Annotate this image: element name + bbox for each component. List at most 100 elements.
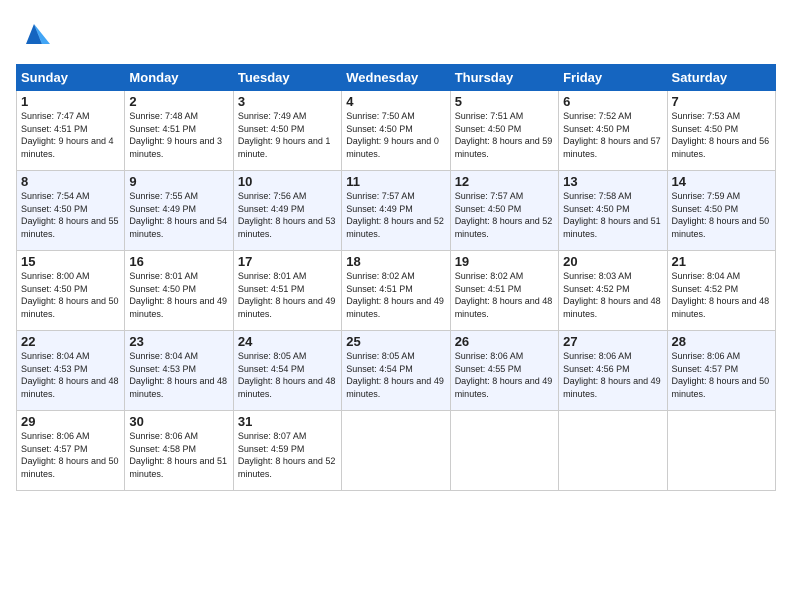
day-info: Sunrise: 8:01 AMSunset: 4:50 PMDaylight:… — [129, 271, 227, 319]
day-number: 7 — [672, 94, 771, 109]
calendar-cell: 8 Sunrise: 7:54 AMSunset: 4:50 PMDayligh… — [17, 171, 125, 251]
calendar-cell: 10 Sunrise: 7:56 AMSunset: 4:49 PMDaylig… — [233, 171, 341, 251]
day-info: Sunrise: 7:55 AMSunset: 4:49 PMDaylight:… — [129, 191, 227, 239]
day-number: 6 — [563, 94, 662, 109]
day-info: Sunrise: 7:47 AMSunset: 4:51 PMDaylight:… — [21, 111, 114, 159]
day-number: 25 — [346, 334, 445, 349]
day-info: Sunrise: 8:07 AMSunset: 4:59 PMDaylight:… — [238, 431, 336, 479]
main-container: SundayMondayTuesdayWednesdayThursdayFrid… — [0, 0, 792, 499]
calendar-cell — [559, 411, 667, 491]
calendar-cell: 19 Sunrise: 8:02 AMSunset: 4:51 PMDaylig… — [450, 251, 558, 331]
calendar-table: SundayMondayTuesdayWednesdayThursdayFrid… — [16, 64, 776, 491]
day-info: Sunrise: 7:56 AMSunset: 4:49 PMDaylight:… — [238, 191, 336, 239]
day-info: Sunrise: 8:05 AMSunset: 4:54 PMDaylight:… — [238, 351, 336, 399]
day-info: Sunrise: 8:06 AMSunset: 4:58 PMDaylight:… — [129, 431, 227, 479]
calendar-cell: 3 Sunrise: 7:49 AMSunset: 4:50 PMDayligh… — [233, 91, 341, 171]
day-number: 2 — [129, 94, 228, 109]
day-info: Sunrise: 7:48 AMSunset: 4:51 PMDaylight:… — [129, 111, 222, 159]
calendar-cell: 28 Sunrise: 8:06 AMSunset: 4:57 PMDaylig… — [667, 331, 775, 411]
col-header-wednesday: Wednesday — [342, 65, 450, 91]
day-info: Sunrise: 8:06 AMSunset: 4:57 PMDaylight:… — [672, 351, 770, 399]
day-info: Sunrise: 7:51 AMSunset: 4:50 PMDaylight:… — [455, 111, 553, 159]
calendar-cell: 29 Sunrise: 8:06 AMSunset: 4:57 PMDaylig… — [17, 411, 125, 491]
calendar-cell — [667, 411, 775, 491]
day-info: Sunrise: 7:57 AMSunset: 4:49 PMDaylight:… — [346, 191, 444, 239]
day-info: Sunrise: 8:05 AMSunset: 4:54 PMDaylight:… — [346, 351, 444, 399]
day-info: Sunrise: 8:03 AMSunset: 4:52 PMDaylight:… — [563, 271, 661, 319]
day-info: Sunrise: 8:04 AMSunset: 4:53 PMDaylight:… — [129, 351, 227, 399]
day-number: 3 — [238, 94, 337, 109]
day-number: 14 — [672, 174, 771, 189]
day-info: Sunrise: 8:04 AMSunset: 4:53 PMDaylight:… — [21, 351, 119, 399]
calendar-cell: 23 Sunrise: 8:04 AMSunset: 4:53 PMDaylig… — [125, 331, 233, 411]
week-row-3: 15 Sunrise: 8:00 AMSunset: 4:50 PMDaylig… — [17, 251, 776, 331]
day-info: Sunrise: 8:00 AMSunset: 4:50 PMDaylight:… — [21, 271, 119, 319]
day-number: 15 — [21, 254, 120, 269]
calendar-cell: 31 Sunrise: 8:07 AMSunset: 4:59 PMDaylig… — [233, 411, 341, 491]
day-number: 8 — [21, 174, 120, 189]
day-info: Sunrise: 8:02 AMSunset: 4:51 PMDaylight:… — [455, 271, 553, 319]
logo — [16, 16, 52, 52]
day-number: 18 — [346, 254, 445, 269]
col-header-thursday: Thursday — [450, 65, 558, 91]
calendar-cell: 13 Sunrise: 7:58 AMSunset: 4:50 PMDaylig… — [559, 171, 667, 251]
week-row-5: 29 Sunrise: 8:06 AMSunset: 4:57 PMDaylig… — [17, 411, 776, 491]
day-info: Sunrise: 7:57 AMSunset: 4:50 PMDaylight:… — [455, 191, 553, 239]
day-number: 16 — [129, 254, 228, 269]
week-row-1: 1 Sunrise: 7:47 AMSunset: 4:51 PMDayligh… — [17, 91, 776, 171]
day-info: Sunrise: 8:06 AMSunset: 4:55 PMDaylight:… — [455, 351, 553, 399]
calendar-cell — [342, 411, 450, 491]
calendar-cell: 26 Sunrise: 8:06 AMSunset: 4:55 PMDaylig… — [450, 331, 558, 411]
day-info: Sunrise: 7:50 AMSunset: 4:50 PMDaylight:… — [346, 111, 439, 159]
col-header-monday: Monday — [125, 65, 233, 91]
week-row-2: 8 Sunrise: 7:54 AMSunset: 4:50 PMDayligh… — [17, 171, 776, 251]
calendar-cell: 9 Sunrise: 7:55 AMSunset: 4:49 PMDayligh… — [125, 171, 233, 251]
day-info: Sunrise: 8:01 AMSunset: 4:51 PMDaylight:… — [238, 271, 336, 319]
day-number: 23 — [129, 334, 228, 349]
day-number: 26 — [455, 334, 554, 349]
calendar-cell: 25 Sunrise: 8:05 AMSunset: 4:54 PMDaylig… — [342, 331, 450, 411]
day-number: 28 — [672, 334, 771, 349]
calendar-cell: 18 Sunrise: 8:02 AMSunset: 4:51 PMDaylig… — [342, 251, 450, 331]
header — [16, 16, 776, 52]
day-number: 9 — [129, 174, 228, 189]
logo-icon — [16, 16, 52, 52]
day-number: 30 — [129, 414, 228, 429]
calendar-cell: 17 Sunrise: 8:01 AMSunset: 4:51 PMDaylig… — [233, 251, 341, 331]
calendar-cell: 14 Sunrise: 7:59 AMSunset: 4:50 PMDaylig… — [667, 171, 775, 251]
calendar-cell: 24 Sunrise: 8:05 AMSunset: 4:54 PMDaylig… — [233, 331, 341, 411]
day-number: 12 — [455, 174, 554, 189]
day-number: 31 — [238, 414, 337, 429]
calendar-cell: 20 Sunrise: 8:03 AMSunset: 4:52 PMDaylig… — [559, 251, 667, 331]
day-info: Sunrise: 7:59 AMSunset: 4:50 PMDaylight:… — [672, 191, 770, 239]
col-header-friday: Friday — [559, 65, 667, 91]
day-number: 13 — [563, 174, 662, 189]
day-number: 29 — [21, 414, 120, 429]
day-number: 21 — [672, 254, 771, 269]
day-number: 17 — [238, 254, 337, 269]
day-info: Sunrise: 7:52 AMSunset: 4:50 PMDaylight:… — [563, 111, 661, 159]
calendar-cell: 2 Sunrise: 7:48 AMSunset: 4:51 PMDayligh… — [125, 91, 233, 171]
day-number: 5 — [455, 94, 554, 109]
calendar-cell: 7 Sunrise: 7:53 AMSunset: 4:50 PMDayligh… — [667, 91, 775, 171]
calendar-cell: 15 Sunrise: 8:00 AMSunset: 4:50 PMDaylig… — [17, 251, 125, 331]
day-number: 11 — [346, 174, 445, 189]
day-number: 4 — [346, 94, 445, 109]
day-info: Sunrise: 8:06 AMSunset: 4:57 PMDaylight:… — [21, 431, 119, 479]
calendar-cell: 4 Sunrise: 7:50 AMSunset: 4:50 PMDayligh… — [342, 91, 450, 171]
day-number: 10 — [238, 174, 337, 189]
day-number: 27 — [563, 334, 662, 349]
day-info: Sunrise: 7:54 AMSunset: 4:50 PMDaylight:… — [21, 191, 119, 239]
col-header-saturday: Saturday — [667, 65, 775, 91]
day-info: Sunrise: 8:06 AMSunset: 4:56 PMDaylight:… — [563, 351, 661, 399]
calendar-cell: 30 Sunrise: 8:06 AMSunset: 4:58 PMDaylig… — [125, 411, 233, 491]
day-info: Sunrise: 7:49 AMSunset: 4:50 PMDaylight:… — [238, 111, 331, 159]
calendar-cell — [450, 411, 558, 491]
day-info: Sunrise: 8:04 AMSunset: 4:52 PMDaylight:… — [672, 271, 770, 319]
col-header-sunday: Sunday — [17, 65, 125, 91]
calendar-cell: 12 Sunrise: 7:57 AMSunset: 4:50 PMDaylig… — [450, 171, 558, 251]
calendar-cell: 16 Sunrise: 8:01 AMSunset: 4:50 PMDaylig… — [125, 251, 233, 331]
calendar-cell: 1 Sunrise: 7:47 AMSunset: 4:51 PMDayligh… — [17, 91, 125, 171]
calendar-cell: 6 Sunrise: 7:52 AMSunset: 4:50 PMDayligh… — [559, 91, 667, 171]
calendar-cell: 27 Sunrise: 8:06 AMSunset: 4:56 PMDaylig… — [559, 331, 667, 411]
